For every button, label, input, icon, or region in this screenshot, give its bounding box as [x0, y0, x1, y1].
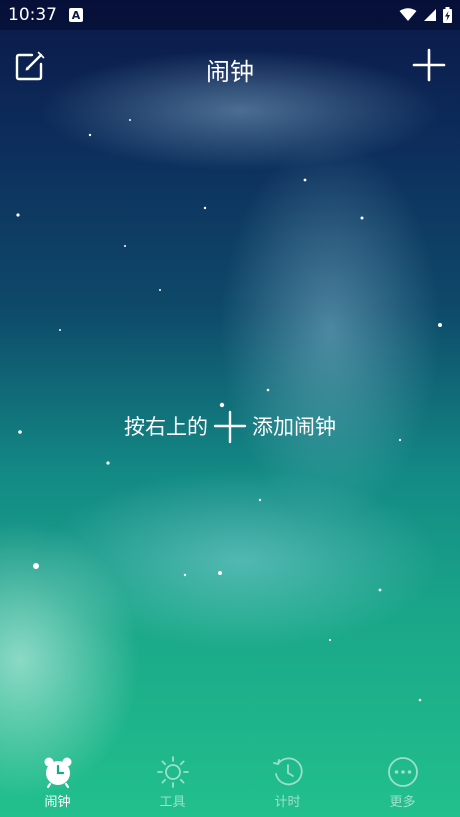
- hint-plus-icon: [213, 410, 247, 444]
- notification-icon: A: [69, 8, 83, 22]
- hint-suffix: 添加闹钟: [252, 415, 336, 439]
- tab-timer-label: 计时: [274, 795, 301, 810]
- tab-tools[interactable]: 工具: [115, 751, 230, 817]
- app-header: 闹钟: [0, 38, 460, 94]
- tab-tools-label: 工具: [159, 795, 186, 810]
- hint-prefix: 按右上的: [124, 415, 208, 439]
- tab-alarm-label: 闹钟: [44, 795, 71, 810]
- sun-icon: [156, 756, 189, 788]
- more-icon: [387, 757, 418, 787]
- tab-more-label: 更多: [389, 795, 416, 810]
- status-time: 10:37: [8, 5, 57, 25]
- signal-icon: [424, 9, 436, 21]
- status-bar: 10:37 A: [0, 0, 460, 30]
- alarm-clock-icon: [44, 757, 71, 789]
- bottom-tab-bar: 闹钟 工具 计时 更多: [0, 751, 460, 817]
- timer-icon: [272, 757, 303, 786]
- plus-icon: [412, 48, 446, 82]
- status-right: [399, 7, 452, 23]
- page-title: 闹钟: [206, 58, 254, 86]
- add-alarm-button[interactable]: [410, 46, 448, 84]
- wifi-icon: [399, 8, 417, 21]
- tab-alarm[interactable]: 闹钟: [0, 751, 115, 817]
- empty-state-hint: 按右上的 添加闹钟: [0, 408, 460, 444]
- status-left: 10:37 A: [8, 5, 83, 25]
- battery-charging-icon: [443, 7, 452, 23]
- tab-more[interactable]: 更多: [345, 751, 460, 817]
- tab-timer[interactable]: 计时: [230, 751, 345, 817]
